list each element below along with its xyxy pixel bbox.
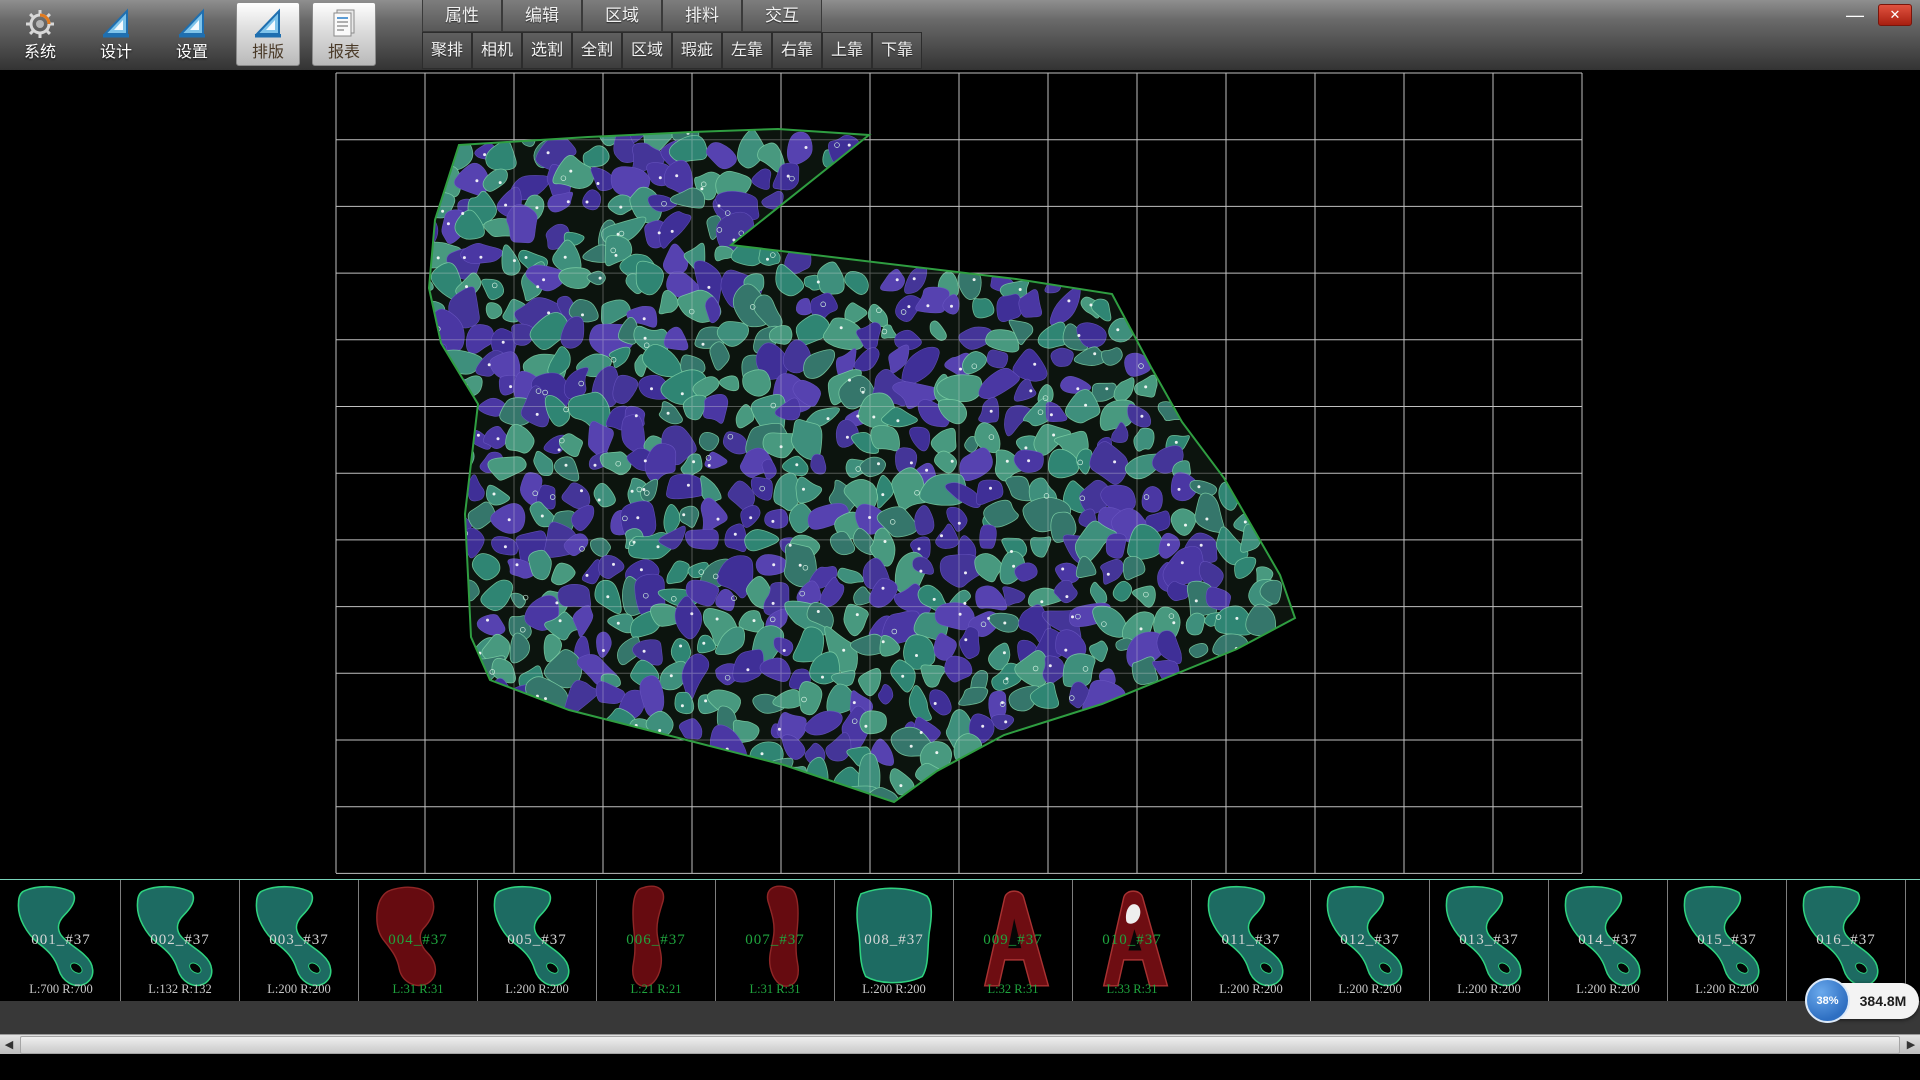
piece-id: 003_#37 [240, 932, 358, 949]
minimize-button[interactable]: — [1842, 5, 1868, 25]
menu-tab-3[interactable]: 区域 [582, 0, 662, 32]
close-button[interactable]: ✕ [1878, 4, 1912, 26]
menu-tab-row: 属性编辑区域排料交互 [422, 0, 922, 32]
app-button-2[interactable]: 设计 [84, 2, 148, 66]
nesting-canvas[interactable] [0, 70, 1920, 879]
app-button-5[interactable]: 报表 [312, 2, 376, 66]
piece-id: 016_#37 [1787, 932, 1905, 949]
piece-lr: L:200 R:200 [478, 982, 596, 997]
piece-id: 004_#37 [359, 932, 477, 949]
piece-lr: L:200 R:200 [1311, 982, 1429, 997]
piece-id: 005_#37 [478, 932, 596, 949]
piece-thumb-014_#37[interactable]: 014_#37 L:200 R:200 [1549, 880, 1668, 1001]
action-button-row: 聚排相机选割全割区域瑕疵左靠右靠上靠下靠 [422, 32, 922, 69]
piece-thumb-015_#37[interactable]: 015_#37 L:200 R:200 [1668, 880, 1787, 1001]
set-square-icon [175, 6, 209, 42]
piece-lr: L:21 R:21 [597, 982, 715, 997]
piece-thumb-002_#37[interactable]: 002_#37 L:132 R:132 [121, 880, 240, 1001]
app-mode-buttons: 系统 设计 设置 排版 报表 [8, 2, 376, 68]
horizontal-scrollbar[interactable]: ◀ ▶ [0, 1034, 1920, 1054]
piece-id: 012_#37 [1311, 932, 1429, 949]
piece-thumb-003_#37[interactable]: 003_#37 L:200 R:200 [240, 880, 359, 1001]
piece-lr: L:31 R:31 [359, 982, 477, 997]
app-button-label: 设置 [176, 44, 208, 62]
scroll-left-icon[interactable]: ◀ [0, 1035, 18, 1055]
app-button-4[interactable]: 排版 [236, 2, 300, 66]
scroll-right-icon[interactable]: ▶ [1902, 1035, 1920, 1055]
piece-id: 011_#37 [1192, 932, 1310, 949]
progress-badge: 38% [1805, 978, 1850, 1023]
piece-thumb-012_#37[interactable]: 012_#37 L:200 R:200 [1311, 880, 1430, 1001]
menu-tab-1[interactable]: 属性 [422, 0, 502, 32]
piece-thumb-009_#37[interactable]: 009_#37 L:32 R:31 [954, 880, 1073, 1001]
action-button-6[interactable]: 瑕疵 [672, 32, 722, 69]
piece-thumbnail-strip: 001_#37 L:700 R:700 002_#37 L:132 R:132 00… [0, 879, 1920, 1001]
piece-lr: L:32 R:31 [954, 982, 1072, 997]
app-button-label: 系统 [24, 44, 56, 62]
menu-tab-2[interactable]: 编辑 [502, 0, 582, 32]
piece-lr: L:132 R:132 [121, 982, 239, 997]
action-button-5[interactable]: 区域 [622, 32, 672, 69]
piece-thumb-005_#37[interactable]: 005_#37 L:200 R:200 [478, 880, 597, 1001]
set-square-icon [99, 6, 133, 42]
piece-id: 001_#37 [2, 932, 120, 949]
menu-tab-5[interactable]: 交互 [742, 0, 822, 32]
piece-thumb-001_#37[interactable]: 001_#37 L:700 R:700 [2, 880, 121, 1001]
menu-tab-4[interactable]: 排料 [662, 0, 742, 32]
piece-lr: L:31 R:31 [716, 982, 834, 997]
piece-lr: L:33 R:31 [1073, 982, 1191, 997]
report-icon [327, 6, 361, 42]
action-button-9[interactable]: 上靠 [822, 32, 872, 69]
piece-id: 009_#37 [954, 932, 1072, 949]
piece-id: 002_#37 [121, 932, 239, 949]
action-button-4[interactable]: 全割 [572, 32, 622, 69]
action-button-3[interactable]: 选割 [522, 32, 572, 69]
piece-lr: L:200 R:200 [240, 982, 358, 997]
memory-value: 384.8M [1851, 983, 1915, 1019]
action-button-10[interactable]: 下靠 [872, 32, 922, 69]
piece-id: 010_#37 [1073, 932, 1191, 949]
piece-thumb-006_#37[interactable]: 006_#37 L:21 R:21 [597, 880, 716, 1001]
app-button-label: 排版 [252, 44, 284, 62]
ribbon: 属性编辑区域排料交互 聚排相机选割全割区域瑕疵左靠右靠上靠下靠 [422, 0, 922, 69]
hide-nesting-view [0, 70, 1920, 879]
piece-id: 013_#37 [1430, 932, 1548, 949]
action-button-7[interactable]: 左靠 [722, 32, 772, 69]
window-controls: — ✕ [1842, 4, 1912, 26]
app-button-label: 设计 [100, 44, 132, 62]
piece-lr: L:700 R:700 [2, 982, 120, 997]
piece-thumb-004_#37[interactable]: 004_#37 L:31 R:31 [359, 880, 478, 1001]
piece-id: 015_#37 [1668, 932, 1786, 949]
piece-lr: L:200 R:200 [1668, 982, 1786, 997]
piece-thumb-008_#37[interactable]: 008_#37 L:200 R:200 [835, 880, 954, 1001]
status-gap-bar [0, 1001, 1920, 1034]
piece-thumb-010_#37[interactable]: 010_#37 L:33 R:31 [1073, 880, 1192, 1001]
app-button-3[interactable]: 设置 [160, 2, 224, 66]
piece-id: 006_#37 [597, 932, 715, 949]
set-square-icon [251, 6, 285, 42]
main-toolbar: 系统 设计 设置 排版 报表 属性编辑区域排料交互 聚排相机选割全割区域瑕疵左靠… [0, 0, 1920, 71]
piece-id: 014_#37 [1549, 932, 1667, 949]
action-button-1[interactable]: 聚排 [422, 32, 472, 69]
scrollbar-thumb[interactable] [20, 1036, 1900, 1054]
app-window: 系统 设计 设置 排版 报表 属性编辑区域排料交互 聚排相机选割全割区域瑕疵左靠… [0, 0, 1920, 1080]
app-button-label: 报表 [328, 44, 360, 62]
piece-thumb-007_#37[interactable]: 007_#37 L:31 R:31 [716, 880, 835, 1001]
action-button-2[interactable]: 相机 [472, 32, 522, 69]
app-button-1[interactable]: 系统 [8, 2, 72, 66]
piece-id: 008_#37 [835, 932, 953, 949]
piece-id: 007_#37 [716, 932, 834, 949]
gear-icon [23, 6, 57, 42]
piece-thumb-013_#37[interactable]: 013_#37 L:200 R:200 [1430, 880, 1549, 1001]
piece-thumb-011_#37[interactable]: 011_#37 L:200 R:200 [1192, 880, 1311, 1001]
piece-lr: L:200 R:200 [835, 982, 953, 997]
action-button-8[interactable]: 右靠 [772, 32, 822, 69]
piece-lr: L:200 R:200 [1430, 982, 1548, 997]
piece-lr: L:200 R:200 [1549, 982, 1667, 997]
piece-lr: L:200 R:200 [1192, 982, 1310, 997]
